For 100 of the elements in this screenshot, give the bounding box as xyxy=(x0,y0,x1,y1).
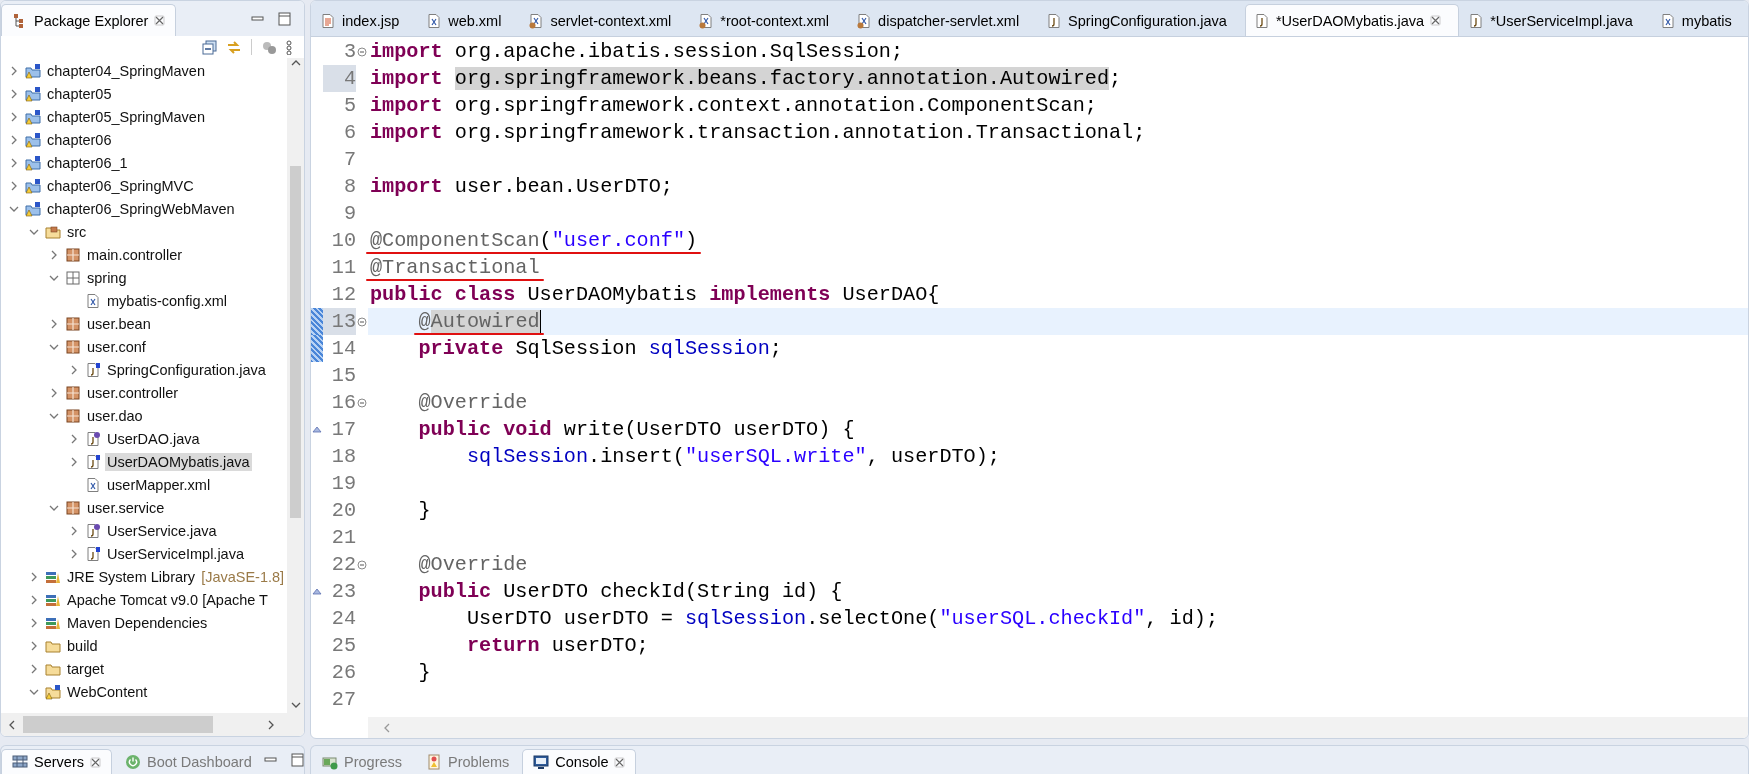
project-folder-icon xyxy=(25,177,41,194)
tree-item[interactable]: UserDAO.java xyxy=(105,429,202,448)
line-number: 11 xyxy=(330,255,356,281)
tree-item[interactable]: spring xyxy=(85,268,129,287)
link-arrows-icon[interactable] xyxy=(226,39,242,55)
view-tab[interactable]: Progress xyxy=(311,749,414,774)
tree-item[interactable]: userMapper.xml xyxy=(105,475,213,494)
horizontal-scrollbar[interactable] xyxy=(368,717,1748,738)
tree-item[interactable]: main.controller xyxy=(85,245,185,264)
view-tab[interactable]: Package Explorer xyxy=(1,4,177,36)
chevron-right-icon[interactable] xyxy=(69,364,79,375)
chevron-right-icon[interactable] xyxy=(9,134,19,145)
tree-item[interactable]: chapter04_SpringMaven xyxy=(45,61,207,80)
code-line: } xyxy=(418,661,431,684)
tree-item[interactable]: user.conf xyxy=(85,337,148,356)
editor-tab[interactable]: web.xml xyxy=(417,4,520,36)
line-number: 12 xyxy=(330,282,356,308)
editor-tab[interactable]: SpringConfiguration.java xyxy=(1037,4,1245,36)
tree-item[interactable]: mybatis-config.xml xyxy=(105,291,230,310)
chevron-right-icon[interactable] xyxy=(9,88,19,99)
editor-tab[interactable]: mybatis xyxy=(1650,4,1748,36)
fold-icon[interactable] xyxy=(357,559,367,570)
chevron-right-icon[interactable] xyxy=(69,433,79,444)
tree-item[interactable]: chapter05_SpringMaven xyxy=(45,107,207,126)
tree-item[interactable]: chapter06_SpringWebMaven xyxy=(45,199,237,218)
close-icon[interactable] xyxy=(154,15,166,26)
gears-icon[interactable] xyxy=(261,39,277,55)
line-number: 17 xyxy=(330,417,356,443)
tree-item[interactable]: chapter06 xyxy=(45,130,114,149)
editor-tab[interactable]: dispatcher-servlet.xml xyxy=(847,4,1038,36)
collapse-all-icon[interactable] xyxy=(202,39,217,55)
package-icon xyxy=(65,407,81,424)
line-number: 26 xyxy=(330,660,356,686)
chevron-left-icon[interactable] xyxy=(7,719,17,730)
vertical-scrollbar[interactable] xyxy=(287,58,304,713)
code-line: import org.apache.ibatis.session.SqlSession; xyxy=(370,40,904,63)
tree-item[interactable]: SpringConfiguration.java xyxy=(105,360,268,379)
chevron-right-icon[interactable] xyxy=(9,111,19,122)
fold-icon[interactable] xyxy=(357,397,367,408)
tree-item[interactable]: Apache Tomcat v9.0 [Apache T xyxy=(65,590,270,609)
close-icon[interactable] xyxy=(89,756,101,768)
line-number: 10 xyxy=(330,228,356,254)
chevron-right-icon[interactable] xyxy=(266,719,276,730)
tree-item[interactable]: user.dao xyxy=(85,406,145,425)
editor-tab[interactable]: servlet-context.xml xyxy=(519,4,690,36)
chevron-right-icon[interactable] xyxy=(49,387,59,398)
chevron-right-icon[interactable] xyxy=(69,548,79,559)
code-line: @Override xyxy=(418,391,528,414)
horizontal-scrollbar[interactable] xyxy=(1,713,304,736)
chevron-right-icon[interactable] xyxy=(69,525,79,536)
chevron-right-icon[interactable] xyxy=(9,157,19,168)
view-menu-icon[interactable] xyxy=(286,39,292,55)
tree-item[interactable]: WebContent xyxy=(65,682,150,701)
view-tab[interactable]: Problems xyxy=(415,749,521,774)
chevron-right-icon[interactable] xyxy=(29,617,39,628)
view-tab[interactable]: Servers xyxy=(1,749,112,774)
maximize-icon[interactable] xyxy=(289,753,305,767)
chevron-right-icon[interactable] xyxy=(9,180,19,191)
line-number: 18 xyxy=(330,444,356,470)
chevron-right-icon[interactable] xyxy=(9,65,19,76)
tree-item[interactable]: JRE System Library xyxy=(65,567,198,586)
tree-item[interactable]: user.bean xyxy=(85,314,153,333)
close-icon[interactable] xyxy=(1430,15,1442,26)
code-line: @ComponentScan("user.conf") xyxy=(370,229,698,252)
tree-item[interactable]: src xyxy=(65,222,89,241)
tree-item[interactable]: target xyxy=(65,659,107,678)
code-line: return userDTO; xyxy=(466,634,649,657)
tree-item[interactable]: chapter06_SpringMVC xyxy=(45,176,196,195)
tree-item[interactable]: build xyxy=(65,636,100,655)
chevron-right-icon[interactable] xyxy=(69,456,79,467)
editor-tab[interactable]: *root-context.xml xyxy=(689,4,848,36)
tree-item[interactable]: user.controller xyxy=(85,383,181,402)
tree-item[interactable]: UserService.java xyxy=(105,521,219,540)
line-number: 27 xyxy=(330,687,356,713)
editor-tab[interactable]: *UserDAOMybatis.java xyxy=(1244,4,1460,36)
tree-item[interactable]: Maven Dependencies xyxy=(65,613,210,632)
editor-tab[interactable]: *UserServiceImpl.java xyxy=(1459,4,1651,36)
chevron-right-icon[interactable] xyxy=(29,594,39,605)
maximize-icon[interactable] xyxy=(277,11,292,26)
tree-item[interactable]: user.service xyxy=(85,498,167,517)
chevron-right-icon[interactable] xyxy=(29,571,39,582)
fold-icon[interactable] xyxy=(357,46,367,57)
fold-icon[interactable] xyxy=(357,316,367,327)
view-tab[interactable]: Console xyxy=(522,749,637,774)
tree-item[interactable]: chapter05 xyxy=(45,84,114,103)
tree-item[interactable]: chapter06_1 xyxy=(45,153,130,172)
chevron-right-icon[interactable] xyxy=(49,318,59,329)
view-tab[interactable]: Boot Dashboard xyxy=(113,749,263,774)
chevron-right-icon[interactable] xyxy=(29,663,39,674)
project-folder-icon xyxy=(25,108,41,125)
chevron-right-icon[interactable] xyxy=(29,640,39,651)
close-icon[interactable] xyxy=(614,756,626,768)
editor-tab[interactable]: index.jsp xyxy=(311,4,418,36)
problems-icon xyxy=(426,754,443,770)
chevron-right-icon[interactable] xyxy=(49,249,59,260)
tree-item[interactable]: UserDAOMybatis.java xyxy=(105,452,252,471)
code-line: } xyxy=(418,499,431,522)
xml-file-icon xyxy=(1659,12,1676,29)
line-number: 19 xyxy=(330,471,356,497)
tree-item[interactable]: UserServiceImpl.java xyxy=(105,544,246,563)
